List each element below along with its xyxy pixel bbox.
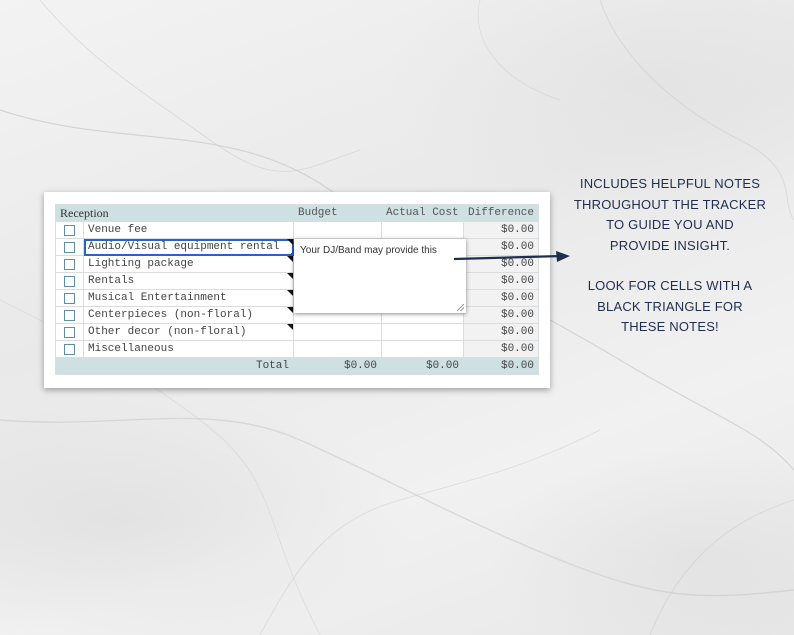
- checkbox-cell[interactable]: [55, 289, 84, 307]
- total-difference-cell[interactable]: $0.00: [463, 357, 539, 375]
- budget-cell[interactable]: [293, 340, 382, 358]
- budget-column-header[interactable]: Budget: [293, 204, 382, 222]
- difference-cell[interactable]: $0.00: [463, 272, 539, 290]
- callout-text: INCLUDES HELPFUL NOTES THROUGHOUT THE TR…: [560, 174, 780, 256]
- difference-cell[interactable]: $0.00: [463, 306, 539, 324]
- actual-cost-cell[interactable]: [381, 340, 464, 358]
- item-label: Lighting package: [88, 258, 194, 270]
- arrow-right-icon: [454, 251, 570, 262]
- cell-note-popup[interactable]: Your DJ/Band may provide this: [294, 239, 466, 313]
- item-label-cell[interactable]: Centerpieces (non-floral): [83, 306, 294, 324]
- checkbox[interactable]: [64, 224, 75, 236]
- item-label-cell[interactable]: Miscellaneous: [83, 340, 294, 358]
- item-label: Other decor (non-floral): [88, 326, 247, 338]
- resize-grip-icon[interactable]: [457, 304, 464, 311]
- item-label-cell[interactable]: Rentals: [83, 272, 294, 290]
- difference-cell[interactable]: $0.00: [463, 289, 539, 307]
- item-label: Audio/Visual equipment rental: [88, 241, 280, 253]
- difference-column-header[interactable]: Difference: [463, 204, 539, 222]
- budget-cell[interactable]: [293, 323, 382, 341]
- difference-cell[interactable]: $0.00: [463, 340, 539, 358]
- item-label-cell-selected[interactable]: Audio/Visual equipment rental: [83, 238, 294, 256]
- actual-cost-column-header[interactable]: Actual Cost: [381, 204, 464, 222]
- callout-line: THROUGHOUT THE TRACKER: [573, 196, 767, 212]
- total-row: Total $0.00 $0.00 $0.00: [55, 357, 539, 375]
- item-label: Rentals: [88, 275, 135, 287]
- note-indicator-triangle-icon: [287, 324, 293, 330]
- checkbox[interactable]: [64, 343, 75, 355]
- table-header-row: Reception Budget Actual Cost Difference: [55, 204, 539, 222]
- budget-cell[interactable]: [293, 221, 382, 239]
- total-empty-cell: [55, 357, 84, 375]
- callout-line: LOOK FOR CELLS WITH A: [587, 278, 753, 293]
- checkbox-cell[interactable]: [55, 340, 84, 358]
- note-indicator-triangle-icon: [287, 273, 293, 279]
- note-indicator-triangle-icon: [287, 239, 293, 245]
- actual-cost-cell[interactable]: [381, 221, 464, 239]
- checkbox[interactable]: [64, 326, 75, 338]
- table-row: Other decor (non-floral) $0.00: [55, 323, 539, 341]
- item-label-cell[interactable]: Lighting package: [83, 255, 294, 273]
- checkbox-cell[interactable]: [55, 323, 84, 341]
- callout-line: PROVIDE INSIGHT.: [609, 237, 731, 253]
- item-label-cell[interactable]: Other decor (non-floral): [83, 323, 294, 341]
- total-label[interactable]: Total: [83, 357, 294, 375]
- item-label-cell[interactable]: Venue fee: [83, 221, 294, 239]
- table-row: Venue fee $0.00: [55, 221, 539, 239]
- item-label: Musical Entertainment: [88, 292, 227, 304]
- note-indicator-triangle-icon: [287, 307, 293, 313]
- note-indicator-triangle-icon: [287, 256, 293, 262]
- callout-line: TO GUIDE YOU AND: [606, 217, 734, 232]
- checkbox-cell[interactable]: [55, 221, 84, 239]
- checkbox[interactable]: [64, 241, 75, 253]
- checkbox[interactable]: [64, 258, 75, 270]
- actual-cost-cell[interactable]: [381, 323, 464, 341]
- callout-line: BLACK TRIANGLE FOR: [597, 298, 743, 314]
- checkbox[interactable]: [64, 309, 75, 321]
- note-indicator-triangle-icon: [287, 290, 293, 296]
- callout-text-secondary: LOOK FOR CELLS WITH A BLACK TRIANGLE FOR…: [560, 276, 780, 338]
- total-actual-cost-cell[interactable]: $0.00: [381, 357, 464, 375]
- cell-note-text: Your DJ/Band may provide this: [300, 245, 437, 256]
- callout-line: THESE NOTES!: [621, 319, 719, 334]
- difference-cell[interactable]: $0.00: [463, 221, 539, 239]
- section-title[interactable]: Reception: [55, 204, 294, 222]
- item-label-cell[interactable]: Musical Entertainment: [83, 289, 294, 307]
- checkbox[interactable]: [64, 275, 75, 287]
- checkbox-cell[interactable]: [55, 238, 84, 256]
- checkbox-cell[interactable]: [55, 255, 84, 273]
- checkbox-cell[interactable]: [55, 272, 84, 290]
- total-budget-cell[interactable]: $0.00: [293, 357, 382, 375]
- checkbox-cell[interactable]: [55, 306, 84, 324]
- checkbox[interactable]: [64, 292, 75, 304]
- table-row: Miscellaneous $0.00: [55, 340, 539, 358]
- item-label: Centerpieces (non-floral): [88, 309, 254, 321]
- callout-line: INCLUDES HELPFUL NOTES: [579, 176, 761, 191]
- difference-cell[interactable]: $0.00: [463, 323, 539, 341]
